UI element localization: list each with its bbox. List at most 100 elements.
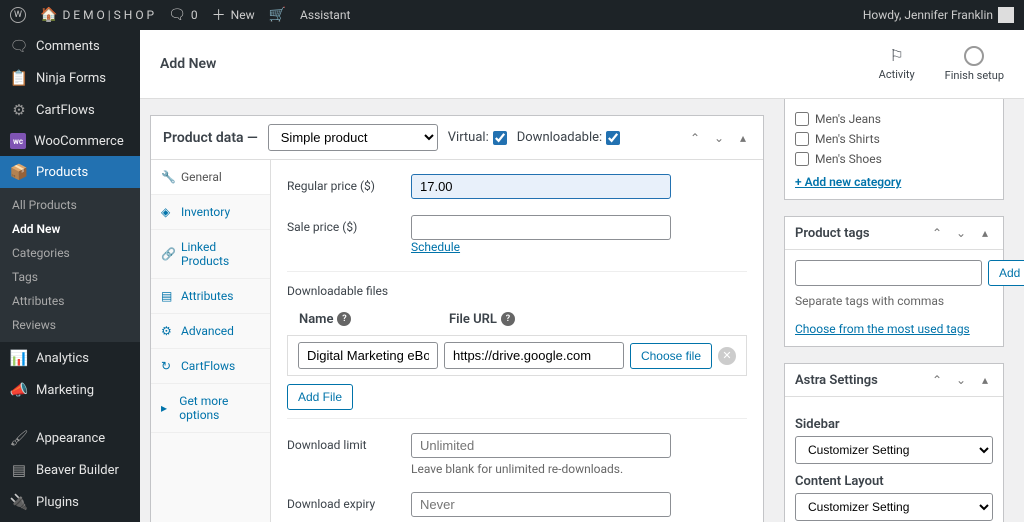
submenu-categories[interactable]: Categories	[0, 241, 140, 265]
add-tag-button[interactable]: Add	[988, 260, 1024, 286]
menu-ninjaforms[interactable]: 📋Ninja Forms	[0, 62, 140, 94]
sale-price-input[interactable]	[411, 215, 671, 240]
file-name-input[interactable]	[298, 342, 438, 369]
megaphone-icon: 📣	[10, 381, 28, 399]
product-type-select[interactable]: Simple product	[268, 124, 438, 151]
move-up-icon[interactable]: ⌃	[929, 225, 945, 241]
help-icon[interactable]: ?	[337, 312, 351, 326]
tab-attributes[interactable]: ▤Attributes	[151, 279, 270, 314]
activity-link[interactable]: ⚐ Activity	[879, 46, 915, 82]
account-greeting[interactable]: Howdy, Jennifer Franklin	[863, 7, 1014, 23]
menu-users[interactable]: 👤Users	[0, 518, 140, 522]
astra-content-label: Content Layout	[795, 474, 993, 489]
cat-item[interactable]: Men's Jeans	[795, 109, 993, 129]
tab-inventory[interactable]: ◈Inventory	[151, 195, 270, 230]
form-icon: 📋	[10, 69, 28, 87]
cartflows2-icon: ↻	[161, 359, 175, 373]
wp-logo[interactable]: W	[10, 7, 26, 23]
more-icon: ▸	[161, 401, 173, 415]
downloadable-label[interactable]: Downloadable:	[517, 130, 620, 145]
file-url-input[interactable]	[444, 342, 624, 369]
product-data-tabs: 🔧General ◈Inventory 🔗Linked Products ▤At…	[151, 160, 271, 522]
home-link[interactable]: 🏠D E M O | S H O P	[40, 7, 154, 23]
move-down-icon[interactable]: ⌄	[953, 225, 969, 241]
wrench-icon: 🔧	[161, 170, 175, 184]
cart-icon[interactable]: 🛒	[269, 7, 286, 23]
builder-icon: ▤	[10, 461, 28, 479]
tab-more[interactable]: ▸Get more options	[151, 384, 270, 433]
categories-panel: Men's Jeans Men's Shirts Men's Shoes + A…	[784, 99, 1004, 200]
page-header: Add New ⚐ Activity Finish setup	[140, 30, 1024, 99]
menu-products[interactable]: 📦Products	[0, 156, 140, 188]
move-down-icon[interactable]: ⌄	[953, 372, 969, 388]
tags-panel: Product tags ⌃ ⌄ ▴ Add Separate tags wit…	[784, 216, 1004, 347]
assistant-link[interactable]: Assistant	[300, 8, 350, 22]
add-category-link[interactable]: + Add new category	[795, 175, 901, 189]
cartflows-icon: ⚙	[10, 101, 28, 119]
chart-icon: 📊	[10, 349, 28, 367]
virtual-label[interactable]: Virtual:	[448, 130, 507, 145]
sale-price-label: Sale price ($)	[287, 215, 397, 234]
general-panel: Regular price ($) Sale price ($) Schedul…	[271, 160, 763, 522]
files-title: Downloadable files	[287, 284, 747, 298]
circle-icon	[964, 46, 984, 66]
submenu-addnew[interactable]: Add New	[0, 217, 140, 241]
downloadable-checkbox[interactable]	[606, 131, 620, 145]
menu-cartflows[interactable]: ⚙CartFlows	[0, 94, 140, 126]
cat-item[interactable]: Men's Shirts	[795, 129, 993, 149]
tab-linked[interactable]: 🔗Linked Products	[151, 230, 270, 279]
dl-limit-label: Download limit	[287, 433, 397, 452]
submenu-reviews[interactable]: Reviews	[0, 313, 140, 337]
site-name: D E M O | S H O P	[62, 8, 154, 22]
product-data-header: Product data — Simple product Virtual: D…	[151, 116, 763, 160]
product-data-title: Product data —	[163, 130, 258, 146]
virtual-checkbox[interactable]	[493, 131, 507, 145]
move-up-icon[interactable]: ⌃	[929, 372, 945, 388]
file-row: Choose file ✕	[287, 335, 747, 376]
tab-cartflows[interactable]: ↻CartFlows	[151, 349, 270, 384]
astra-content-select[interactable]: Customizer Setting	[795, 493, 993, 521]
submenu-all[interactable]: All Products	[0, 193, 140, 217]
menu-marketing[interactable]: 📣Marketing	[0, 374, 140, 406]
menu-woocommerce[interactable]: wcWooCommerce	[0, 126, 140, 156]
add-file-button[interactable]: Add File	[287, 384, 353, 410]
collapse-icon[interactable]: ▴	[977, 372, 993, 388]
cat-item[interactable]: Men's Shoes	[795, 149, 993, 169]
menu-comments[interactable]: 🗨Comments	[0, 30, 140, 62]
astra-sidebar-select[interactable]: Customizer Setting	[795, 436, 993, 464]
schedule-link[interactable]: Schedule	[411, 240, 460, 254]
comments-link[interactable]: 🗨0	[168, 7, 198, 23]
new-content-link[interactable]: ＋New	[212, 5, 255, 25]
dl-limit-input[interactable]	[411, 433, 671, 458]
tab-general[interactable]: 🔧General	[151, 160, 270, 195]
collapse-icon[interactable]: ▴	[735, 130, 751, 146]
remove-file-icon[interactable]: ✕	[718, 347, 736, 365]
help-icon[interactable]: ?	[501, 312, 515, 326]
list-icon: ▤	[161, 289, 175, 303]
menu-appearance[interactable]: 🖌Appearance	[0, 422, 140, 454]
move-down-icon[interactable]: ⌄	[711, 130, 727, 146]
inventory-icon: ◈	[161, 205, 175, 219]
tags-title: Product tags	[795, 226, 870, 241]
dl-expiry-input[interactable]	[411, 492, 671, 517]
choose-file-button[interactable]: Choose file	[630, 343, 712, 369]
menu-plugins[interactable]: 🔌Plugins	[0, 486, 140, 518]
collapse-icon[interactable]: ▴	[977, 225, 993, 241]
admin-sidebar: 🗨Comments 📋Ninja Forms ⚙CartFlows wcWooC…	[0, 30, 140, 522]
finish-setup-link[interactable]: Finish setup	[945, 46, 1004, 82]
submenu-attributes[interactable]: Attributes	[0, 289, 140, 313]
most-used-tags-link[interactable]: Choose from the most used tags	[795, 322, 993, 336]
tab-advanced[interactable]: ⚙Advanced	[151, 314, 270, 349]
menu-analytics[interactable]: 📊Analytics	[0, 342, 140, 374]
astra-panel: Astra Settings ⌃ ⌄ ▴ Sidebar Customizer …	[784, 363, 1004, 522]
astra-sidebar-label: Sidebar	[795, 417, 993, 432]
products-submenu: All Products Add New Categories Tags Att…	[0, 188, 140, 342]
box-icon: 📦	[10, 163, 28, 181]
menu-beaver[interactable]: ▤Beaver Builder	[0, 454, 140, 486]
regular-price-input[interactable]	[411, 174, 671, 199]
dl-limit-hint: Leave blank for unlimited re-downloads.	[411, 462, 747, 476]
submenu-tags[interactable]: Tags	[0, 265, 140, 289]
move-up-icon[interactable]: ⌃	[687, 130, 703, 146]
tag-input[interactable]	[795, 260, 982, 286]
files-header: Name? File URL?	[287, 304, 747, 335]
